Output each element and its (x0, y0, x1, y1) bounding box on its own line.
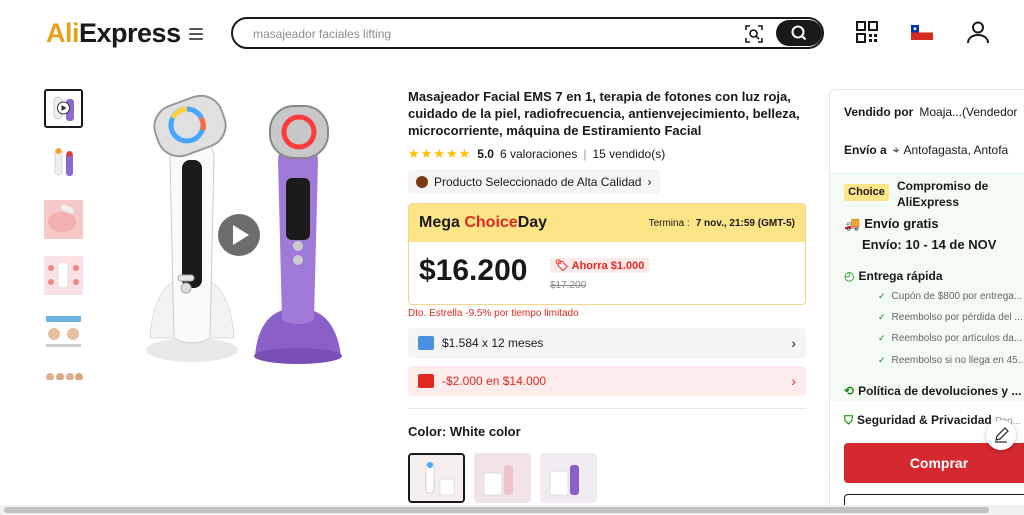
chevron-right-icon: › (791, 335, 796, 351)
chevron-right-icon: › (647, 175, 652, 189)
rating-stars-icon: ★★★★★ (408, 146, 472, 161)
rating-separator: | (583, 147, 587, 161)
coupon-icon (418, 374, 434, 388)
thumbnail-4[interactable] (44, 256, 83, 295)
pencil-icon (995, 427, 1009, 443)
category-menu-icon[interactable] (189, 28, 203, 40)
user-account-icon[interactable] (966, 20, 990, 44)
horizontal-scrollbar[interactable] (0, 505, 1024, 515)
product-title: Masajeador Facial EMS 7 en 1, terapia de… (408, 89, 800, 138)
site-header: AliExpress (0, 0, 1024, 66)
choice-commitment: Compromiso de AliExpress (897, 179, 989, 209)
rating-score: 5.0 (477, 147, 494, 161)
star-discount-note: Dto. Estrella -9.5% por tiempo limitado (408, 308, 579, 319)
clock-icon: ◴ (844, 269, 855, 283)
thumbnail-image (44, 312, 83, 351)
deal-header: Mega ChoiceDay Termina :7 nov., 21:59 (G… (409, 204, 805, 242)
main-product-image[interactable] (100, 88, 385, 378)
current-price: $16.200 (419, 254, 528, 287)
thumbnail-image (44, 144, 83, 183)
free-shipping: 🚚 Envío gratis (844, 216, 939, 231)
coupon-row[interactable]: -$2.000 en $14.000 › (408, 366, 806, 396)
deal-ends: Termina :7 nov., 21:59 (GMT-5) (648, 217, 795, 229)
thumbnail-image (44, 200, 83, 239)
thumbnail-image (44, 369, 83, 380)
rating-row[interactable]: ★★★★★ 5.0 6 valoraciones | 15 vendido(s) (408, 145, 665, 163)
ship-to-row[interactable]: Envío a ⌖ Antofagasta, Antofa (844, 143, 1008, 158)
thumbnail-video[interactable] (44, 89, 83, 128)
image-search-icon[interactable] (744, 24, 764, 44)
savings-badge: 🏷 Ahorra $1.000 (550, 258, 650, 273)
thumbnail-6[interactable] (44, 368, 83, 380)
truck-icon: 🚚 (844, 216, 861, 231)
choice-badge: Choice (844, 184, 889, 201)
location-pin-icon: ⌖ (892, 143, 900, 157)
search-bar (231, 17, 824, 49)
search-icon (791, 25, 807, 41)
play-video-icon[interactable] (218, 214, 260, 256)
ship-to-location[interactable]: Antofagasta, Antofa (903, 143, 1008, 157)
qr-code-icon[interactable] (855, 20, 879, 44)
return-policy[interactable]: ⟲ Política de devoluciones y ... (844, 384, 1021, 398)
edit-fab[interactable] (986, 420, 1016, 450)
scrollbar-thumb[interactable] (4, 507, 989, 513)
benefit-item: Reembolso por pérdida del ... (878, 312, 1023, 323)
color-swatch-pink[interactable] (474, 453, 531, 503)
rating-count[interactable]: 6 valoraciones (500, 147, 577, 161)
color-swatch-purple[interactable] (540, 453, 597, 503)
chile-flag-icon[interactable] (911, 25, 933, 40)
quality-badge-label: Producto Seleccionado de Alta Calidad (434, 175, 642, 189)
swatch-image (540, 453, 597, 503)
logo-prefix: Ali (46, 18, 80, 48)
color-swatch-white[interactable] (408, 453, 465, 503)
search-input[interactable] (253, 25, 733, 43)
color-label: Color: White color (408, 424, 521, 439)
thumbnail-5[interactable] (44, 312, 83, 351)
swatch-image (474, 453, 531, 503)
thumbnail-image (44, 256, 83, 295)
swatch-image (410, 455, 463, 501)
divider (408, 408, 806, 409)
installments-label: $1.584 x 12 meses (442, 336, 544, 350)
fast-delivery[interactable]: ◴ Entrega rápida (844, 269, 943, 283)
seller-name[interactable]: Moaja...(Vendedor (919, 105, 1017, 119)
tag-icon: 🏷 (555, 260, 569, 272)
thumbnail-2[interactable] (44, 144, 83, 183)
sold-by-row[interactable]: Vendido por Moaja...(Vendedor (844, 105, 1017, 119)
sold-count: 15 vendido(s) (592, 147, 666, 161)
mega-choice-deal: Mega ChoiceDay Termina :7 nov., 21:59 (G… (408, 203, 806, 305)
logo-suffix: Express (79, 18, 181, 48)
return-icon: ⟲ (844, 384, 855, 398)
thumbnail-image (46, 91, 81, 126)
benefit-item: Cupón de $800 por entrega... (878, 291, 1023, 302)
chevron-right-icon: › (791, 373, 796, 389)
aliexpress-logo[interactable]: AliExpress (46, 18, 181, 49)
search-button[interactable] (776, 20, 822, 46)
calendar-icon (418, 336, 434, 350)
deal-title: Mega ChoiceDay (419, 214, 548, 231)
quality-medal-icon (416, 176, 428, 188)
quality-badge[interactable]: Producto Seleccionado de Alta Calidad › (408, 170, 662, 194)
installments-row[interactable]: $1.584 x 12 meses › (408, 328, 806, 358)
original-price: $17.200 (550, 280, 587, 291)
benefit-item: Reembolso si no llega en 45... (878, 355, 1024, 366)
delivery-date: Envío: 10 - 14 de NOV (862, 237, 997, 252)
shield-icon: ⛉ (844, 413, 854, 427)
thumbnail-3[interactable] (44, 200, 83, 239)
coupon-label: -$2.000 en $14.000 (442, 374, 547, 388)
benefit-item: Reembolso por artículos da... (878, 333, 1023, 344)
